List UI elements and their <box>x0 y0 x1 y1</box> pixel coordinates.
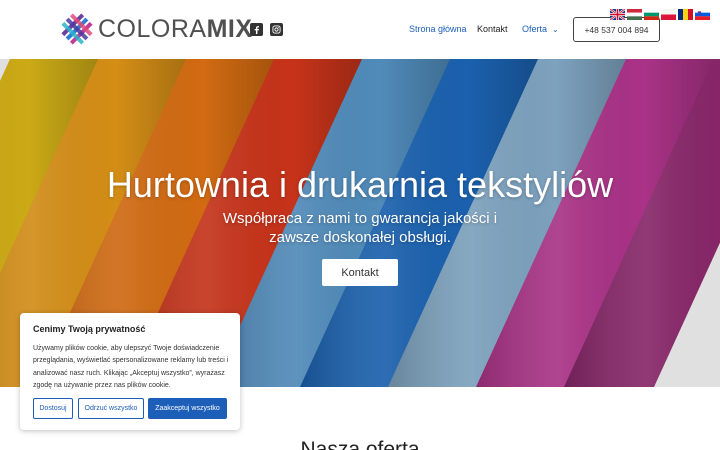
flag-poland-icon[interactable] <box>661 9 676 20</box>
hero-subtitle: Współpraca z nami to gwarancja jakości i… <box>222 210 498 246</box>
nav-home[interactable]: Strona główna <box>409 24 467 34</box>
flag-hungary-icon[interactable] <box>627 9 642 20</box>
hero-title: Hurtownia i drukarnia tekstyliów <box>106 164 614 205</box>
offer-section-title: Nasza oferta <box>300 438 420 450</box>
cookie-text: Używamy plików cookie, aby ulepszyć Twoj… <box>33 345 229 389</box>
hero-contact-button[interactable]: Kontakt <box>322 259 398 286</box>
nav-offer-label: Oferta <box>522 24 548 34</box>
site-header: COLORAMIX Strona główna Kontakt Oferta ⌄ … <box>0 0 720 59</box>
site-logo[interactable]: COLORAMIX <box>60 12 253 46</box>
flag-bulgaria-icon[interactable] <box>644 9 659 20</box>
cookie-consent-banner: Cenimy Twoją prywatność Używamy plików c… <box>20 313 240 430</box>
reject-all-button[interactable]: Odrzuć wszystko <box>78 398 144 419</box>
chevron-down-icon: ⌄ <box>552 25 559 34</box>
logo-text: COLORAMIX <box>98 15 253 44</box>
phone-button[interactable]: +48 537 004 894 <box>573 17 660 42</box>
facebook-icon[interactable] <box>250 23 263 36</box>
language-switcher <box>610 9 710 20</box>
logo-text-regular: COLORA <box>98 14 207 43</box>
flag-romania-icon[interactable] <box>678 9 693 20</box>
logo-text-bold: MIX <box>206 14 253 43</box>
nav-offer[interactable]: Oferta ⌄ <box>522 24 559 34</box>
instagram-icon[interactable] <box>270 23 283 36</box>
flag-slovenia-icon[interactable] <box>695 9 710 20</box>
accept-all-button[interactable]: Zaakceptuj wszystko <box>148 398 227 419</box>
cookie-title: Cenimy Twoją prywatność <box>33 324 146 334</box>
logo-mark-icon <box>61 13 93 45</box>
nav-contact[interactable]: Kontakt <box>477 24 508 34</box>
social-links <box>250 23 283 36</box>
customize-button[interactable]: Dostosuj <box>33 398 73 419</box>
flag-uk-icon[interactable] <box>610 9 625 20</box>
